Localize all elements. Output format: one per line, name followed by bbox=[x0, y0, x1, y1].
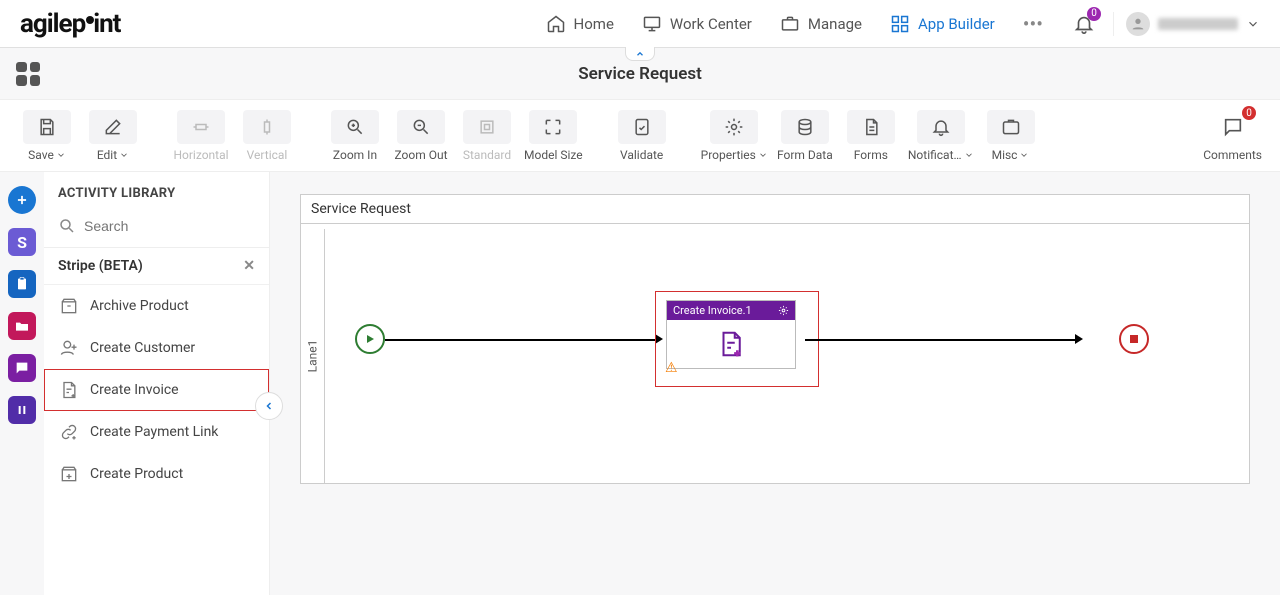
subheader: Service Request bbox=[0, 48, 1280, 100]
rail-pause-button[interactable] bbox=[8, 396, 36, 424]
close-category-button[interactable]: ✕ bbox=[243, 258, 255, 274]
lane-label: Lane1 bbox=[306, 340, 320, 373]
validate-button[interactable]: Validate bbox=[613, 110, 671, 162]
workspace: S ACTIVITY LIBRARY Stripe (BETA) ✕ Archi… bbox=[0, 172, 1280, 595]
grid-icon bbox=[890, 14, 910, 34]
activity-label: Create Customer bbox=[90, 340, 195, 356]
briefcase-icon bbox=[780, 14, 800, 34]
process-canvas[interactable]: Service Request Lane1 Create Invoice.1 bbox=[300, 194, 1250, 484]
rail-clipboard-button[interactable] bbox=[8, 270, 36, 298]
page-title: Service Request bbox=[578, 64, 702, 84]
toolbar: Save Edit Horizontal Vertical Zoom In Zo… bbox=[0, 100, 1280, 172]
logo: agilepint bbox=[20, 9, 120, 39]
task-body: ⚠ bbox=[667, 320, 795, 368]
activity-create-invoice[interactable]: Create Invoice bbox=[44, 369, 269, 411]
notifications-button[interactable]: 0 bbox=[1073, 13, 1095, 35]
gear-icon[interactable] bbox=[778, 305, 789, 316]
monitor-icon bbox=[642, 14, 662, 34]
app-header: agilepint Home Work Center Manage App Bu… bbox=[0, 0, 1280, 48]
avatar-icon bbox=[1126, 12, 1150, 36]
horizontal-button[interactable]: Horizontal bbox=[172, 110, 230, 162]
task-highlight-box: Create Invoice.1 ⚠ bbox=[655, 291, 819, 387]
rail-chat-button[interactable] bbox=[8, 354, 36, 382]
activity-library-sidebar: ACTIVITY LIBRARY Stripe (BETA) ✕ Archive… bbox=[44, 172, 270, 595]
left-rail: S bbox=[0, 172, 44, 595]
connector-line bbox=[385, 339, 660, 341]
nav-work-center[interactable]: Work Center bbox=[642, 14, 752, 34]
activity-label: Archive Product bbox=[90, 298, 189, 314]
activity-label: Create Payment Link bbox=[90, 424, 218, 440]
task-title: Create Invoice.1 bbox=[673, 304, 752, 317]
user-name bbox=[1158, 18, 1238, 30]
canvas-area: Service Request Lane1 Create Invoice.1 bbox=[270, 172, 1280, 595]
collapse-sidebar-button[interactable] bbox=[255, 392, 283, 420]
comments-badge: 0 bbox=[1242, 106, 1256, 120]
activity-label: Create Product bbox=[90, 466, 183, 482]
nav-manage[interactable]: Manage bbox=[780, 14, 862, 34]
model-size-button[interactable]: Model Size bbox=[524, 110, 583, 162]
header-right: 0 bbox=[1073, 12, 1260, 36]
connector-line bbox=[805, 339, 1077, 341]
sidebar-title: ACTIVITY LIBRARY bbox=[44, 172, 269, 211]
arrowhead-icon bbox=[1075, 334, 1083, 344]
nav-label: Work Center bbox=[670, 15, 752, 33]
notifications-button[interactable]: Notificat… bbox=[908, 110, 974, 162]
rail-add-button[interactable] bbox=[8, 186, 36, 214]
nav-label: Home bbox=[574, 15, 614, 33]
nav-home[interactable]: Home bbox=[546, 14, 614, 34]
misc-button[interactable]: Misc bbox=[982, 110, 1040, 162]
box-icon bbox=[58, 295, 80, 317]
flow-area: Create Invoice.1 ⚠ bbox=[325, 229, 1249, 483]
activity-create-customer[interactable]: Create Customer bbox=[44, 327, 269, 369]
invoice-plus-icon bbox=[58, 379, 80, 401]
link-plus-icon bbox=[58, 421, 80, 443]
home-icon bbox=[546, 14, 566, 34]
notification-badge: 0 bbox=[1087, 7, 1101, 21]
save-button[interactable]: Save bbox=[18, 110, 76, 162]
apps-grid-button[interactable] bbox=[16, 62, 40, 86]
activity-archive-product[interactable]: Archive Product bbox=[44, 285, 269, 327]
rail-stripe-button[interactable]: S bbox=[8, 228, 36, 256]
nav-label: Manage bbox=[808, 15, 862, 33]
zoom-out-button[interactable]: Zoom Out bbox=[392, 110, 450, 162]
search-icon bbox=[58, 217, 76, 235]
edit-button[interactable]: Edit bbox=[84, 110, 142, 162]
task-create-invoice[interactable]: Create Invoice.1 ⚠ bbox=[666, 300, 796, 369]
category-header: Stripe (BETA) ✕ bbox=[44, 248, 269, 285]
top-nav: Home Work Center Manage App Builder ••• bbox=[546, 12, 1043, 36]
collapse-up-button[interactable] bbox=[625, 47, 655, 61]
search-row bbox=[44, 211, 269, 248]
standard-button[interactable]: Standard bbox=[458, 110, 516, 162]
properties-button[interactable]: Properties bbox=[701, 110, 768, 162]
forms-button[interactable]: Forms bbox=[842, 110, 900, 162]
box-plus-icon bbox=[58, 463, 80, 485]
activity-label: Create Invoice bbox=[90, 382, 179, 398]
vertical-button[interactable]: Vertical bbox=[238, 110, 296, 162]
warning-icon: ⚠ bbox=[665, 360, 678, 376]
chevron-down-icon bbox=[1246, 17, 1260, 31]
comments-button[interactable]: 0 Comments bbox=[1203, 110, 1262, 162]
swimlane-header[interactable]: Lane1 bbox=[301, 229, 325, 483]
user-plus-icon bbox=[58, 337, 80, 359]
more-menu[interactable]: ••• bbox=[1023, 12, 1043, 36]
nav-label: App Builder bbox=[918, 15, 995, 33]
canvas-title: Service Request bbox=[301, 195, 1249, 224]
task-header: Create Invoice.1 bbox=[667, 301, 795, 320]
search-input[interactable] bbox=[84, 218, 265, 234]
form-data-button[interactable]: Form Data bbox=[776, 110, 834, 162]
start-node[interactable] bbox=[355, 324, 385, 354]
activity-create-payment-link[interactable]: Create Payment Link bbox=[44, 411, 269, 453]
nav-app-builder[interactable]: App Builder bbox=[890, 14, 995, 34]
zoom-in-button[interactable]: Zoom In bbox=[326, 110, 384, 162]
user-menu[interactable] bbox=[1113, 12, 1260, 36]
activity-create-product[interactable]: Create Product bbox=[44, 453, 269, 495]
end-node[interactable] bbox=[1119, 324, 1149, 354]
category-label: Stripe (BETA) bbox=[58, 258, 143, 274]
rail-folder-button[interactable] bbox=[8, 312, 36, 340]
